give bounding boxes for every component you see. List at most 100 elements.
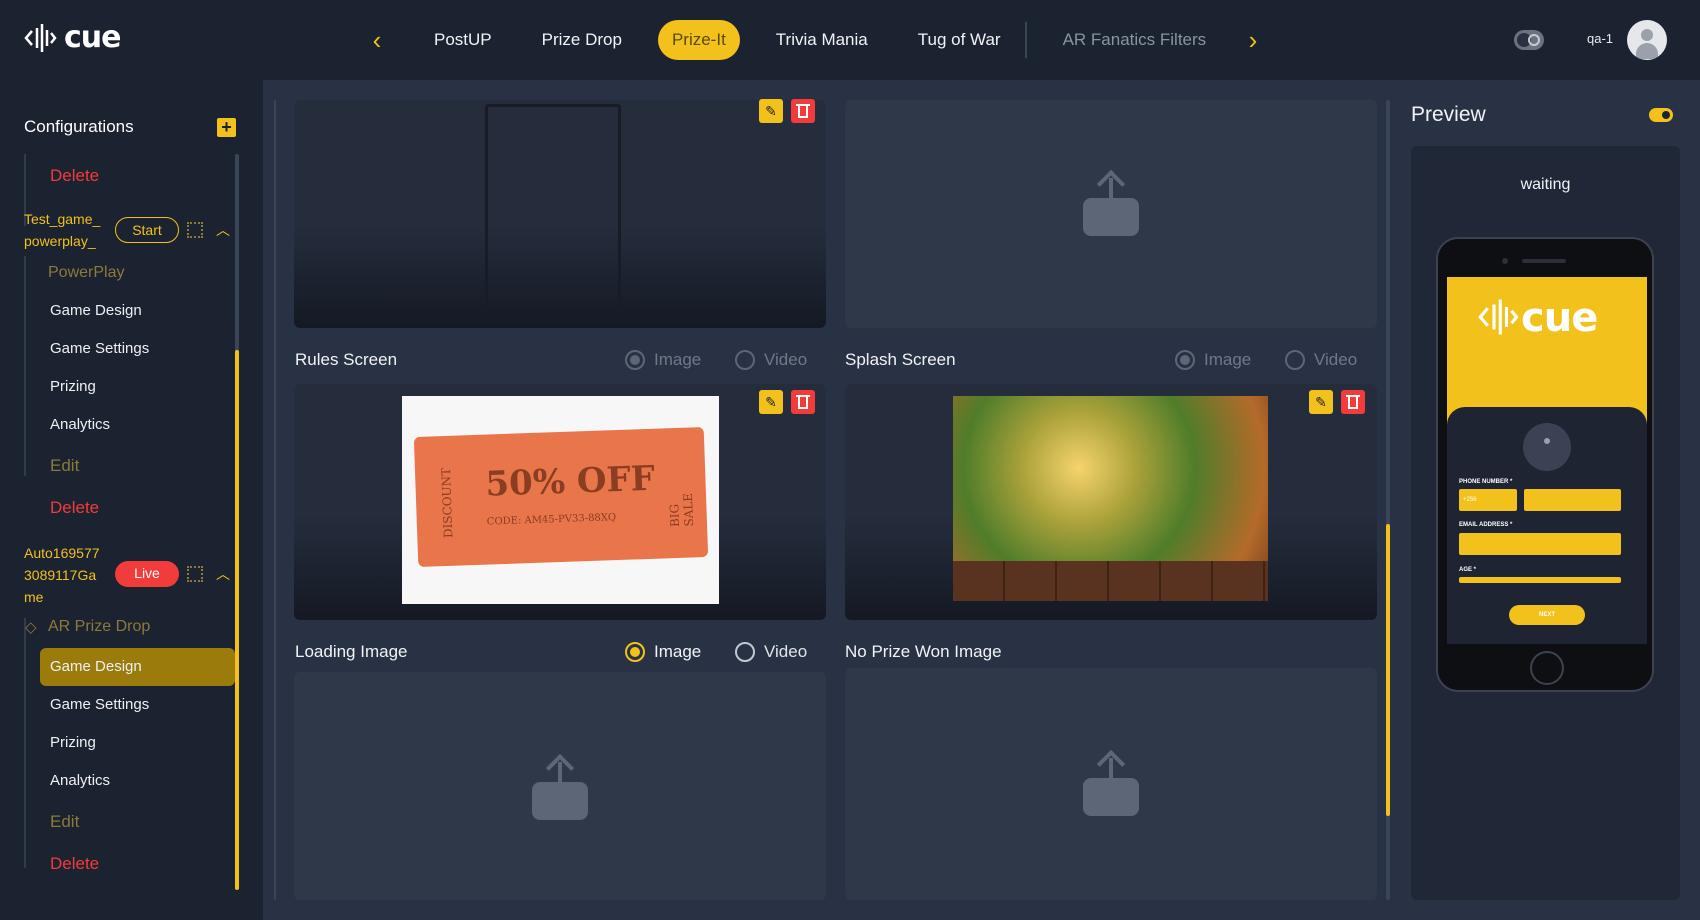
country-code-field: +256 bbox=[1459, 489, 1517, 511]
sidebar-title: Configurations bbox=[24, 117, 134, 136]
edit-icon[interactable]: ✎ bbox=[759, 390, 783, 414]
chevron-up-icon[interactable]: ︿ bbox=[216, 220, 230, 240]
game-name[interactable]: Auto169577 3089117Ga me bbox=[24, 542, 114, 608]
video-radio[interactable]: Video bbox=[1285, 350, 1357, 370]
ticket-left-text: DISCOUNT bbox=[439, 467, 456, 539]
upload-icon[interactable] bbox=[532, 753, 588, 820]
phone-camera bbox=[1502, 258, 1508, 264]
trash-icon[interactable] bbox=[1341, 390, 1365, 414]
start-badge[interactable]: Start bbox=[115, 217, 179, 243]
phone-number-label: PHONE NUMBER * bbox=[1459, 479, 1513, 485]
qr-code-icon[interactable] bbox=[187, 222, 203, 238]
delete-link[interactable]: Delete bbox=[50, 166, 99, 186]
ticket-right-text: BIG SALE bbox=[667, 492, 697, 528]
sidebar-item-game-settings[interactable]: Game Settings bbox=[50, 696, 149, 713]
sidebar-item-analytics[interactable]: Analytics bbox=[50, 772, 110, 789]
delete-link[interactable]: Delete bbox=[50, 498, 99, 518]
trash-icon[interactable] bbox=[791, 99, 815, 123]
ticket-graphic: DISCOUNT 50% OFF CODE: AM45-PV33-88XQ BI… bbox=[413, 426, 709, 568]
preview-status: waiting bbox=[1520, 176, 1571, 193]
nav-prev-icon[interactable]: ‹ bbox=[362, 24, 392, 56]
sidebar-scrollbar[interactable] bbox=[235, 350, 239, 890]
tree-line bbox=[24, 618, 26, 868]
phone-form: PHONE NUMBER * +256 EMAIL ADDRESS * AGE … bbox=[1447, 407, 1647, 644]
theme-toggle-icon[interactable] bbox=[1514, 30, 1544, 50]
age-label: AGE * bbox=[1459, 567, 1477, 573]
diamond-icon: ◇ bbox=[25, 619, 37, 636]
cue-logo[interactable]: cue bbox=[24, 20, 121, 55]
preview-title: Preview bbox=[1411, 103, 1486, 126]
logo-text: cue bbox=[64, 20, 121, 55]
trash-icon[interactable] bbox=[791, 390, 815, 414]
chevron-up-icon[interactable]: ︿ bbox=[216, 564, 230, 584]
avatar-body bbox=[1636, 43, 1658, 59]
phone-screen: cue PHONE NUMBER * +256 EMAIL ADDRESS * … bbox=[1447, 277, 1647, 644]
phone-mockup: cue PHONE NUMBER * +256 EMAIL ADDRESS * … bbox=[1436, 237, 1654, 692]
phone-home-button bbox=[1530, 651, 1564, 685]
splash-screen-image bbox=[953, 396, 1268, 601]
sidebar-item-prizing[interactable]: Prizing bbox=[50, 734, 96, 751]
game-type-label: PowerPlay bbox=[48, 264, 125, 281]
live-badge[interactable]: Live bbox=[115, 561, 179, 587]
phone-number-field bbox=[1524, 489, 1621, 511]
sidebar-item-game-design[interactable]: Game Design bbox=[50, 302, 142, 319]
nav-next-icon[interactable]: › bbox=[1238, 24, 1268, 56]
sidebar-item-analytics[interactable]: Analytics bbox=[50, 416, 110, 433]
sidebar-item-game-settings[interactable]: Game Settings bbox=[50, 340, 149, 357]
rules-screen-image: DISCOUNT 50% OFF CODE: AM45-PV33-88XQ BI… bbox=[402, 396, 719, 604]
tab-prize-drop[interactable]: Prize Drop bbox=[528, 20, 636, 60]
preview-toggle[interactable] bbox=[1649, 108, 1673, 122]
wood-floor bbox=[953, 561, 1268, 601]
splash-screen-label: Splash Screen bbox=[845, 350, 956, 369]
configurations-sidebar: Configurations + Delete Test_game_ power… bbox=[0, 80, 263, 920]
tab-trivia-mania[interactable]: Trivia Mania bbox=[762, 20, 882, 60]
sidebar-item-prizing[interactable]: Prizing bbox=[50, 378, 96, 395]
game-type-label: AR Prize Drop bbox=[48, 618, 151, 635]
waveform-icon bbox=[24, 23, 57, 52]
phone-avatar bbox=[1523, 423, 1571, 471]
game-name[interactable]: Test_game_ powerplay_ bbox=[24, 208, 114, 252]
edit-link[interactable]: Edit bbox=[50, 812, 79, 832]
phone-logo: cue bbox=[1477, 295, 1598, 341]
top-bar: cue ‹ PostUP Prize Drop Prize-It Trivia … bbox=[0, 0, 1700, 80]
edit-link[interactable]: Edit bbox=[50, 456, 79, 476]
phone-logo-text: cue bbox=[1521, 295, 1598, 341]
content-left-track bbox=[274, 100, 276, 900]
tab-postup[interactable]: PostUP bbox=[420, 20, 506, 60]
qr-code-icon[interactable] bbox=[187, 566, 203, 582]
image-radio[interactable]: Image bbox=[1175, 350, 1251, 370]
username: qa-1 bbox=[1587, 31, 1614, 46]
tab-divider bbox=[1024, 22, 1027, 58]
sidebar-scroll-track[interactable] bbox=[235, 154, 239, 354]
email-field bbox=[1459, 533, 1621, 555]
tree-line bbox=[24, 256, 26, 476]
avatar-head bbox=[1641, 29, 1653, 41]
game-type-tabs: PostUP Prize Drop Prize-It Trivia Mania … bbox=[420, 20, 1242, 60]
content-scrollbar[interactable] bbox=[1386, 524, 1390, 816]
ticket-code-text: CODE: AM45-PV33-88XQ bbox=[486, 512, 617, 528]
phone-speaker bbox=[1522, 259, 1566, 263]
tab-prize-it[interactable]: Prize-It bbox=[657, 20, 740, 60]
next-button: NEXT bbox=[1509, 605, 1585, 625]
upload-icon[interactable] bbox=[1083, 749, 1139, 816]
rules-screen-label: Rules Screen bbox=[295, 350, 398, 369]
loading-image-label: Loading Image bbox=[295, 642, 408, 661]
waveform-icon bbox=[1478, 299, 1519, 335]
frame-preview-image bbox=[485, 104, 621, 310]
add-configuration-button[interactable]: + bbox=[217, 118, 236, 137]
tab-ar-fanatics-filters[interactable]: AR Fanatics Filters bbox=[1049, 20, 1221, 60]
upload-icon[interactable] bbox=[1083, 169, 1139, 236]
edit-icon[interactable]: ✎ bbox=[759, 99, 783, 123]
sidebar-item-game-design-active[interactable]: Game Design bbox=[40, 648, 235, 686]
delete-link[interactable]: Delete bbox=[50, 854, 99, 874]
tab-tug-of-war[interactable]: Tug of War bbox=[904, 20, 1015, 60]
image-radio[interactable]: Image bbox=[625, 350, 701, 370]
user-avatar[interactable] bbox=[1627, 20, 1667, 60]
age-field bbox=[1459, 577, 1621, 583]
video-radio[interactable]: Video bbox=[735, 350, 807, 370]
edit-icon[interactable]: ✎ bbox=[1309, 390, 1333, 414]
email-label: EMAIL ADDRESS * bbox=[1459, 522, 1513, 528]
ticket-main-text: 50% OFF bbox=[484, 458, 656, 505]
video-radio[interactable]: Video bbox=[735, 642, 807, 662]
image-radio[interactable]: Image bbox=[625, 642, 701, 662]
